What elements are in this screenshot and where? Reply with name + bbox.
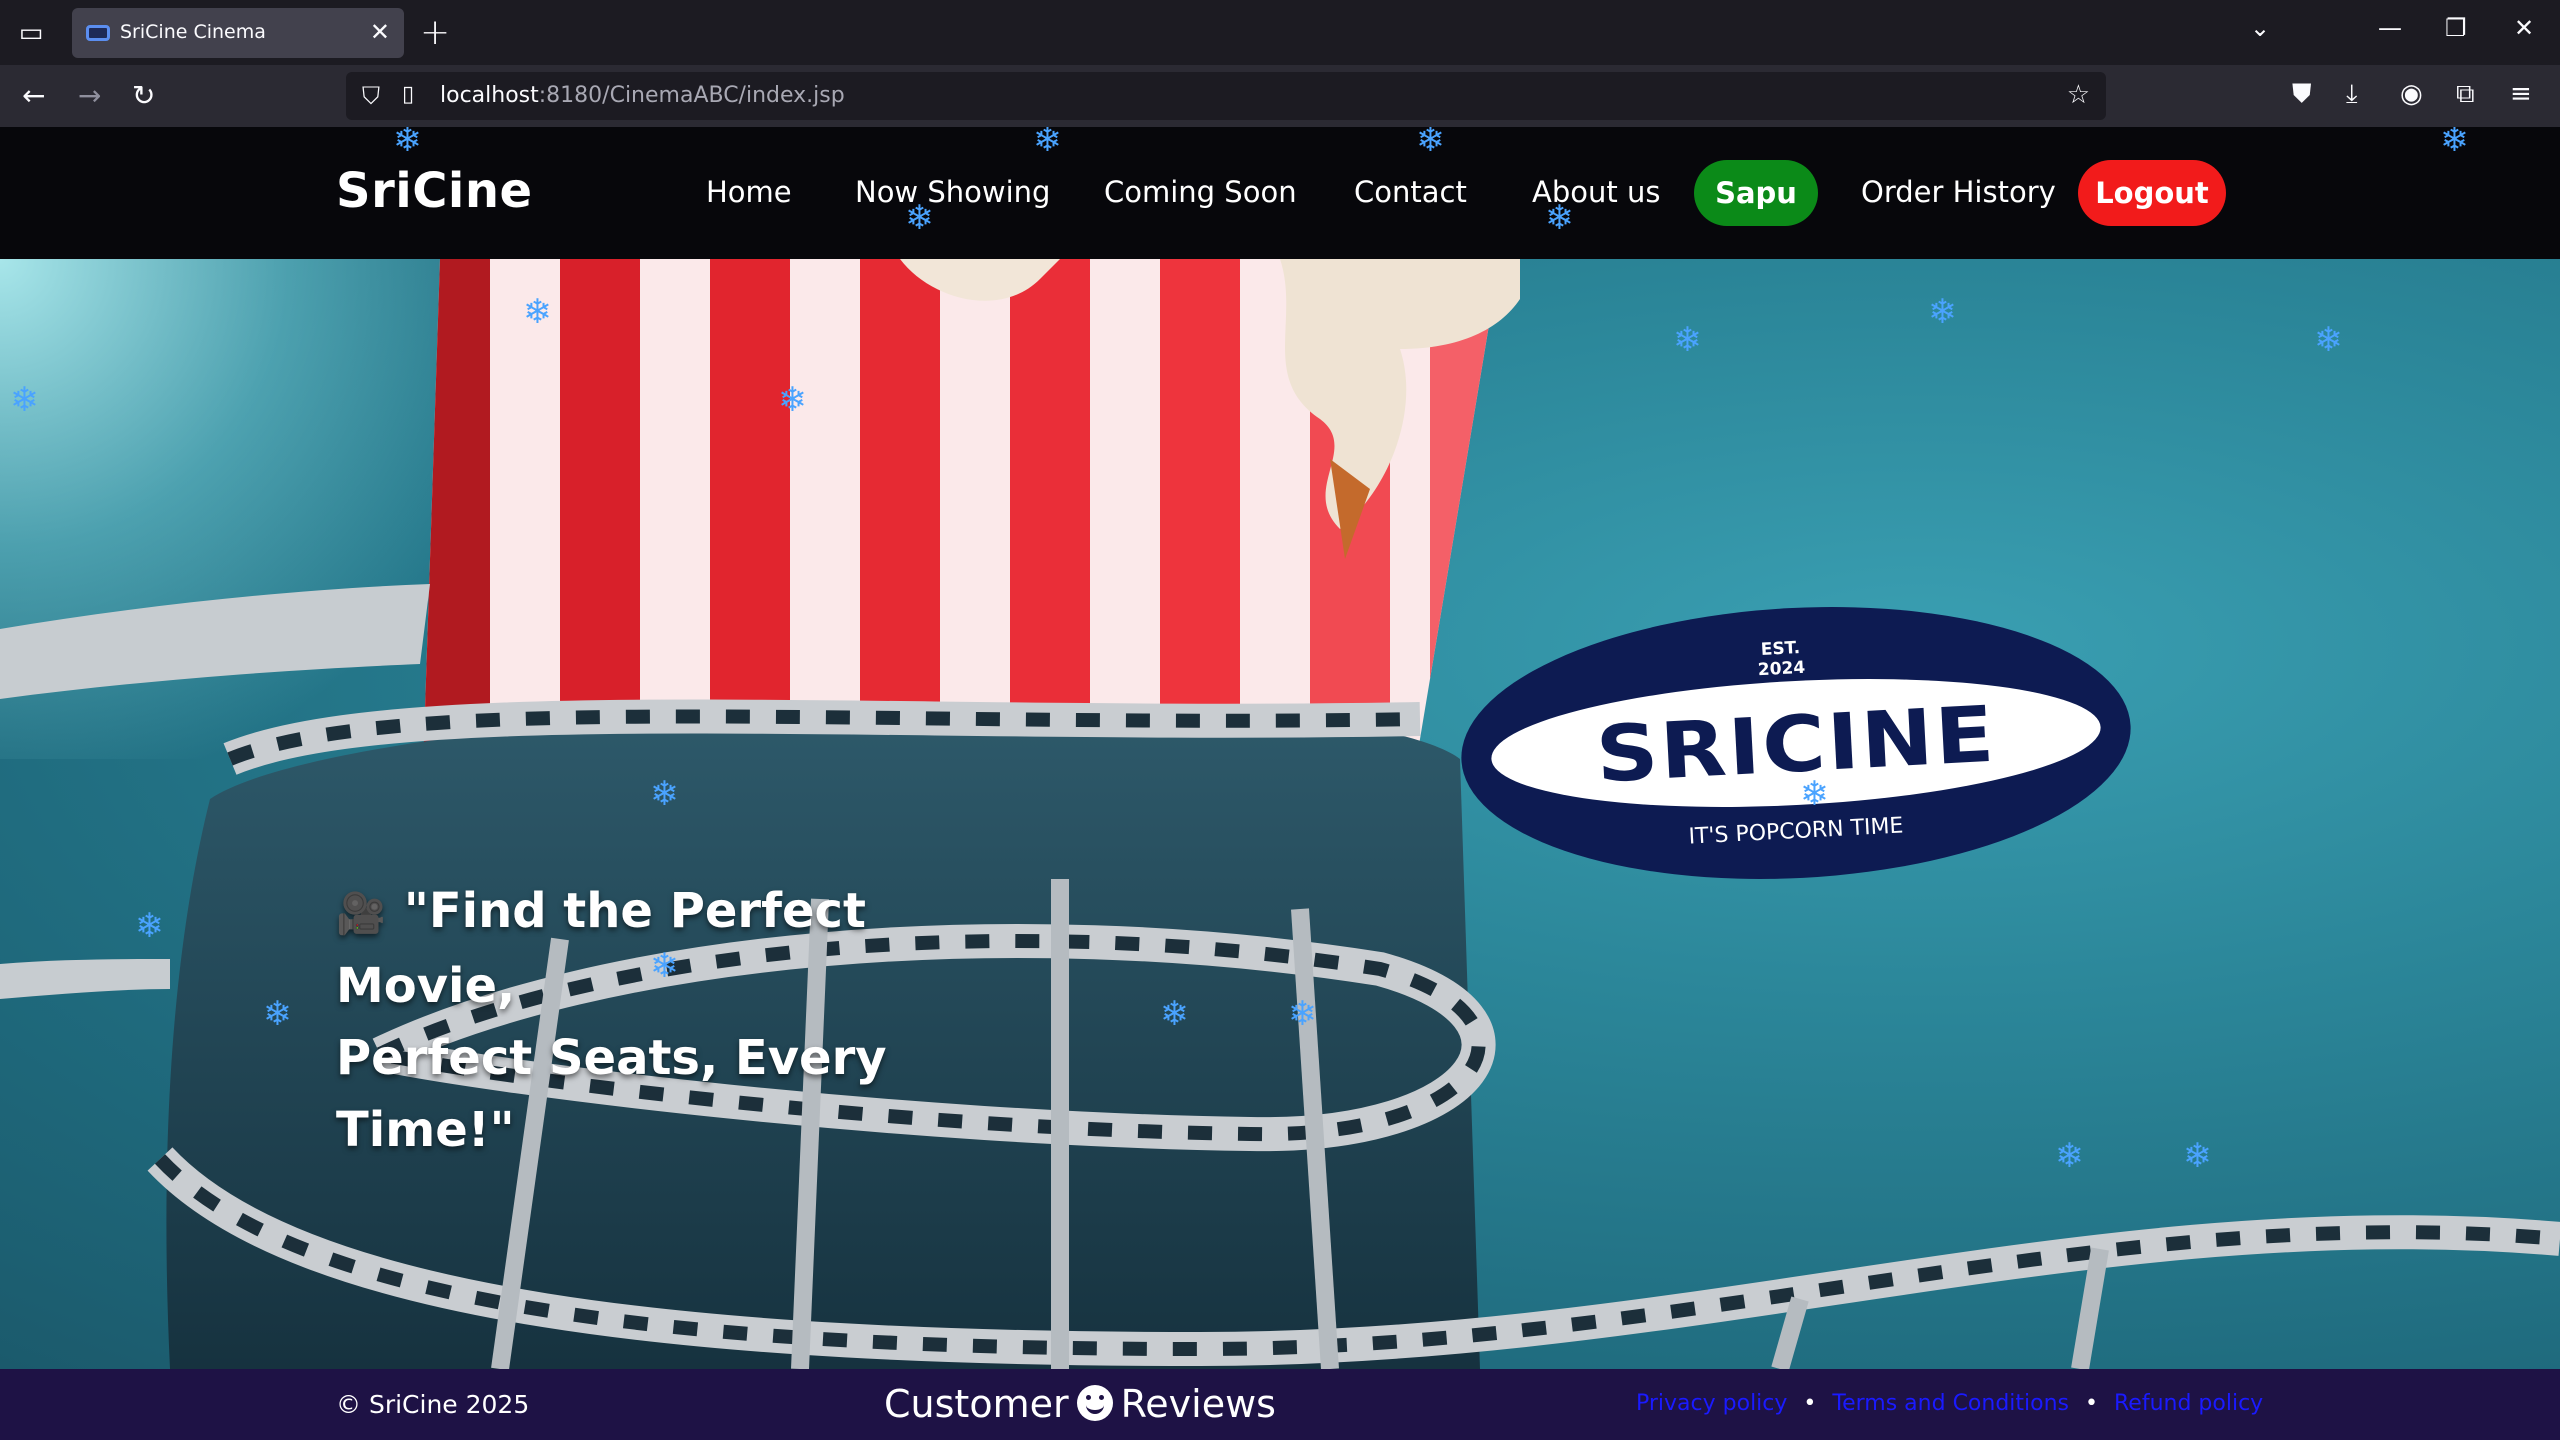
window-close-icon[interactable]: ✕ <box>2514 14 2534 42</box>
account-icon[interactable]: ◉ <box>2400 79 2423 109</box>
tab-title: SriCine Cinema <box>120 21 266 43</box>
snowflake-icon: ❄ <box>2440 127 2469 160</box>
badge-est-label: EST. 2024 <box>1757 637 1806 681</box>
snowflake-icon: ❄ <box>263 994 292 1034</box>
snowflake-icon: ❄ <box>2314 320 2343 360</box>
snowflake-icon: ❄ <box>2055 1136 2084 1176</box>
snowflake-icon: ❄ <box>778 380 807 420</box>
nav-order-history[interactable]: Order History <box>1861 175 2056 209</box>
refund-policy-link[interactable]: Refund policy <box>2114 1391 2263 1416</box>
site-header: SriCine Home Now Showing Coming Soon Con… <box>0 127 2560 259</box>
quote-line-1: "Find the Perfect Movie, <box>336 883 866 1014</box>
nav-now-showing[interactable]: Now Showing <box>855 175 1050 209</box>
page-info-icon[interactable]: ▯ <box>402 82 414 107</box>
snowflake-icon: ❄ <box>1800 774 1829 814</box>
snowflake-icon: ❄ <box>1416 127 1445 160</box>
site-footer: © SriCine 2025 Customer Reviews Privacy p… <box>0 1369 2560 1440</box>
snowflake-icon: ❄ <box>1545 198 1574 238</box>
snowflake-icon: ❄ <box>650 774 679 814</box>
snowflake-icon: ❄ <box>10 380 39 420</box>
snowflake-icon: ❄ <box>905 198 934 238</box>
separator-dot: • <box>2085 1391 2098 1416</box>
snowflake-icon: ❄ <box>1288 994 1317 1034</box>
url-text[interactable]: localhost:8180/CinemaABC/index.jsp <box>440 83 845 108</box>
snowflake-icon: ❄ <box>393 127 422 160</box>
forward-icon[interactable]: → <box>78 79 101 113</box>
snowflake-icon: ❄ <box>523 292 552 332</box>
new-tab-icon[interactable]: + <box>420 12 450 53</box>
separator-dot: • <box>1803 1391 1817 1416</box>
tab-overflow-chevron-icon[interactable]: ⌄ <box>2250 14 2270 42</box>
quote-line-2: Perfect Seats, Every Time!" <box>336 1030 887 1158</box>
brand-logo[interactable]: SriCine <box>336 163 533 219</box>
bookmark-star-icon[interactable]: ☆ <box>2067 80 2090 110</box>
favicon-icon <box>86 25 110 41</box>
privacy-policy-link[interactable]: Privacy policy <box>1636 1391 1787 1416</box>
extensions-icon[interactable]: ⧉ <box>2456 79 2475 110</box>
menu-icon[interactable]: ≡ <box>2510 79 2532 109</box>
nav-home[interactable]: Home <box>706 175 792 209</box>
hero-quote: 🎥 "Find the Perfect Movie, Perfect Seats,… <box>336 875 1036 1166</box>
copyright-text: © SriCine 2025 <box>336 1390 530 1419</box>
snowflake-icon: ❄ <box>1033 127 1062 160</box>
browser-nav-bar: ← → ↻ ⛉ ▯ localhost:8180/CinemaABC/index… <box>0 65 2560 127</box>
snowflake-icon: ❄ <box>2183 1136 2212 1176</box>
snowflake-icon: ❄ <box>1673 320 1702 360</box>
browser-tab-bar: ▭ SriCine Cinema ✕ + ⌄ — ❐ ✕ <box>0 0 2560 65</box>
tab-list-icon[interactable]: ▭ <box>14 18 48 48</box>
downloads-icon[interactable]: ⤓ <box>2346 79 2358 110</box>
address-bar[interactable]: ⛉ ▯ localhost:8180/CinemaABC/index.jsp ☆ <box>346 72 2106 120</box>
nav-coming-soon[interactable]: Coming Soon <box>1104 175 1297 209</box>
smiley-icon <box>1076 1385 1113 1421</box>
reload-icon[interactable]: ↻ <box>132 79 155 113</box>
pocket-icon[interactable]: ⛊ <box>2292 79 2312 110</box>
terms-link[interactable]: Terms and Conditions <box>1832 1391 2069 1416</box>
user-profile-button[interactable]: Sapu <box>1694 160 1818 226</box>
back-icon[interactable]: ← <box>22 79 45 113</box>
footer-policy-links: Privacy policy • Terms and Conditions • Refu… <box>1636 1391 2263 1416</box>
movie-camera-icon: 🎥 <box>336 891 386 937</box>
hero-illustration <box>0 259 2560 1369</box>
snowflake-icon: ❄ <box>135 906 164 946</box>
film-strip-back <box>0 584 430 699</box>
snowflake-icon: ❄ <box>1160 994 1189 1034</box>
snowflake-icon: ❄ <box>650 946 679 986</box>
snowflake-icon: ❄ <box>1928 292 1957 332</box>
logout-button[interactable]: Logout <box>2078 160 2226 226</box>
tab-close-icon[interactable]: ✕ <box>370 18 390 46</box>
tracking-shield-icon[interactable]: ⛉ <box>362 82 380 110</box>
restore-icon[interactable]: ❐ <box>2445 14 2467 42</box>
hero-banner: EST. 2024 SRICINE IT'S POPCORN TIME 🎥 "Fi… <box>0 259 2560 1369</box>
browser-tab[interactable]: SriCine Cinema ✕ <box>72 8 404 58</box>
customer-reviews-link[interactable]: Customer Reviews <box>884 1381 1276 1426</box>
page-viewport: SriCine Home Now Showing Coming Soon Con… <box>0 127 2560 1440</box>
minimize-icon[interactable]: — <box>2378 14 2402 42</box>
nav-contact[interactable]: Contact <box>1354 175 1467 209</box>
